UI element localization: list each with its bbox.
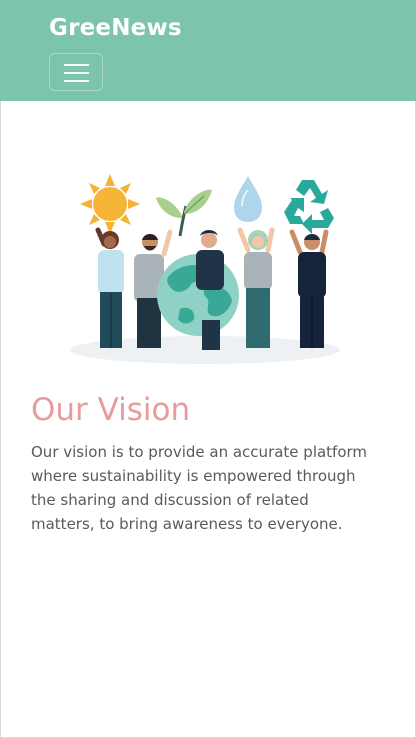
water-drop-icon — [234, 176, 262, 222]
person-right — [289, 229, 329, 348]
recycle-icon — [284, 180, 334, 234]
vision-title: Our Vision — [31, 392, 191, 428]
person-hijab — [237, 227, 275, 348]
brand-logo-text[interactable]: GreeNews — [49, 15, 182, 41]
sun-icon — [80, 174, 140, 234]
hamburger-menu-icon — [64, 64, 89, 66]
leaf-sprout-icon — [156, 189, 212, 237]
hamburger-menu-icon-line — [64, 80, 89, 82]
vision-description: Our vision is to provide an accurate pla… — [31, 443, 368, 533]
menu-toggle-button[interactable] — [49, 53, 103, 91]
hamburger-menu-icon-line — [64, 72, 89, 74]
navbar: GreeNews — [0, 0, 416, 101]
person-left — [95, 227, 124, 348]
sustainability-illustration — [70, 174, 340, 364]
